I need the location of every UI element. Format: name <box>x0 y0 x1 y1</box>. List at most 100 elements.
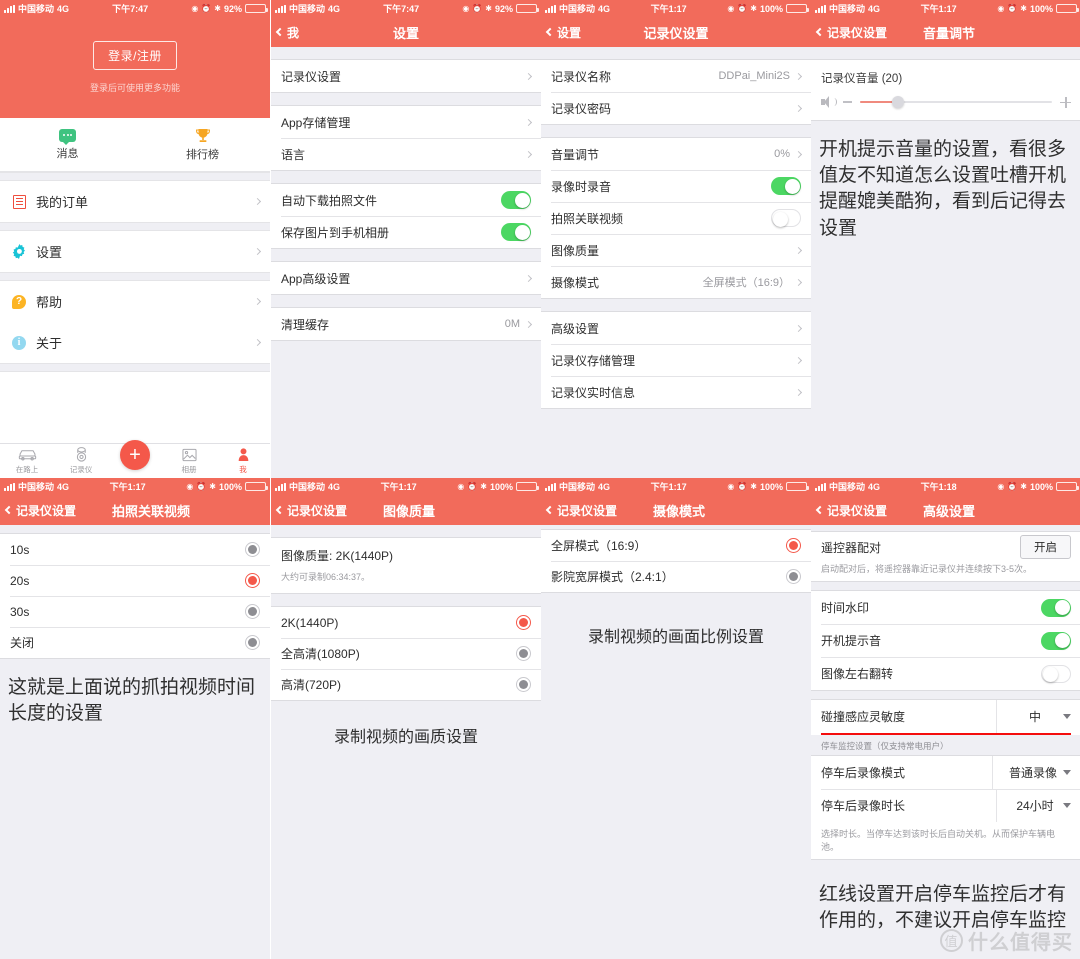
minus-icon[interactable] <box>843 101 852 103</box>
boot-sound-toggle[interactable] <box>1041 631 1071 650</box>
row-mirror-image[interactable]: 图像左右翻转 <box>811 657 1080 690</box>
menu-item-settings[interactable]: 设置 <box>0 231 270 272</box>
back-button[interactable]: 记录仪设置 <box>811 24 887 41</box>
settings-row-clearcache[interactable]: 清理缓存 0M <box>271 308 541 340</box>
row-park-record-mode[interactable]: 停车后录像模式 普通录像 <box>811 756 1080 789</box>
row-dashcam-password[interactable]: 记录仪密码 <box>541 92 811 124</box>
nav-bar: 记录仪设置 摄像模式 <box>541 495 811 525</box>
option-label: 影院宽屏模式（2.4:1） <box>551 570 674 584</box>
clock-label: 下午1:17 <box>380 482 417 492</box>
option-label: 高清(720P) <box>281 678 342 692</box>
option-fullscreen[interactable]: 全屏模式（16:9） <box>541 530 811 561</box>
tab-dashcam[interactable]: 记录仪 <box>54 447 108 475</box>
option-720p[interactable]: 高清(720P) <box>271 669 541 700</box>
row-label: 高级设置 <box>551 321 600 336</box>
option-10s[interactable]: 10s <box>0 534 270 565</box>
back-button[interactable]: 记录仪设置 <box>541 502 617 519</box>
radio-button[interactable] <box>245 635 260 650</box>
settings-row-autodownload[interactable]: 自动下载拍照文件 <box>271 184 541 216</box>
radio-button-selected[interactable] <box>516 615 531 630</box>
menu-item-help[interactable]: ? 帮助 <box>0 281 270 322</box>
row-park-record-duration[interactable]: 停车后录像时长 24小时 <box>811 789 1080 822</box>
login-register-button[interactable]: 登录/注册 <box>93 41 177 70</box>
back-button[interactable]: 我 <box>271 24 299 41</box>
option-cinema[interactable]: 影院宽屏模式（2.4:1） <box>541 561 811 592</box>
row-label: 录像时录音 <box>551 179 612 194</box>
park-duration-dropdown[interactable]: 24小时 <box>996 789 1071 822</box>
savealbum-toggle[interactable] <box>501 223 531 241</box>
settings-row-language[interactable]: 语言 <box>271 138 541 170</box>
row-dashcam-name[interactable]: 记录仪名称 DDPai_Mini2S <box>541 60 811 92</box>
menu-item-orders-label: 我的订单 <box>36 195 89 210</box>
park-mode-dropdown[interactable]: 普通录像 <box>991 756 1071 789</box>
radio-button[interactable] <box>516 646 531 661</box>
row-label: 记录仪密码 <box>551 101 612 116</box>
current-quality-sub: 大约可录制06:34:37。 <box>281 572 371 582</box>
tab-add[interactable]: + <box>108 440 162 470</box>
row-label: 碰撞感应灵敏度 <box>821 710 906 724</box>
option-label: 全屏模式（16:9） <box>551 539 647 553</box>
status-right: ◉ ⏰ ✱ 100% <box>997 4 1079 14</box>
panel-settings: 中国移动 4G 下午7:47 ◉ ⏰ ✱ 92% 我 设置 记录仪设置 App存… <box>271 0 541 478</box>
option-2k[interactable]: 2K(1440P) <box>271 607 541 638</box>
settings-row-dashcam[interactable]: 记录仪设置 <box>271 60 541 92</box>
mirror-image-toggle[interactable] <box>1041 664 1071 683</box>
back-button[interactable]: 设置 <box>541 24 581 41</box>
option-1080p[interactable]: 全高清(1080P) <box>271 638 541 669</box>
settings-row-advanced[interactable]: App高级设置 <box>271 262 541 294</box>
row-advanced-settings[interactable]: 高级设置 <box>541 312 811 344</box>
settings-row-savealbum[interactable]: 保存图片到手机相册 <box>271 216 541 248</box>
row-dashcam-storage[interactable]: 记录仪存储管理 <box>541 344 811 376</box>
menu-item-orders[interactable]: 我的订单 <box>0 181 270 222</box>
row-boot-sound[interactable]: 开机提示音 <box>811 624 1080 657</box>
row-photo-linked-video[interactable]: 拍照关联视频 <box>541 202 811 234</box>
tab-album[interactable]: 相册 <box>162 447 216 475</box>
radio-button[interactable] <box>245 542 260 557</box>
row-dashcam-realtime[interactable]: 记录仪实时信息 <box>541 376 811 408</box>
quick-leaderboard[interactable]: 排行榜 <box>135 118 270 171</box>
radio-button[interactable] <box>245 604 260 619</box>
row-time-watermark[interactable]: 时间水印 <box>811 591 1080 624</box>
carrier-label: 中国移动 <box>289 482 326 492</box>
back-button[interactable]: 记录仪设置 <box>271 502 347 519</box>
time-watermark-toggle[interactable] <box>1041 598 1071 617</box>
radio-button[interactable] <box>786 569 801 584</box>
clock-label: 下午1:17 <box>920 4 957 14</box>
row-label: 记录仪设置 <box>281 69 342 84</box>
plus-icon[interactable]: + <box>120 440 150 470</box>
back-button[interactable]: 记录仪设置 <box>811 502 887 519</box>
option-30s[interactable]: 30s <box>0 596 270 627</box>
speaker-icon <box>821 96 837 108</box>
volume-slider[interactable] <box>860 96 1052 108</box>
row-volume[interactable]: 音量调节 0% <box>541 138 811 170</box>
tab-on-the-road[interactable]: 在路上 <box>0 447 54 475</box>
pair-enable-button[interactable]: 开启 <box>1020 535 1071 559</box>
section-divider <box>0 272 270 281</box>
park-mode-value: 普通录像 <box>1008 766 1057 780</box>
radio-button[interactable] <box>516 677 531 692</box>
record-audio-toggle[interactable] <box>771 177 801 195</box>
menu-item-about[interactable]: i 关于 <box>0 322 270 363</box>
autodownload-toggle[interactable] <box>501 191 531 209</box>
option-20s[interactable]: 20s <box>0 565 270 596</box>
login-hint: 登录后可使用更多功能 <box>89 83 180 93</box>
status-right: ◉ ⏰ ✱ 100% <box>186 482 268 492</box>
clock-label: 下午1:17 <box>650 482 687 492</box>
row-record-audio[interactable]: 录像时录音 <box>541 170 811 202</box>
row-image-quality[interactable]: 图像质量 <box>541 234 811 266</box>
plus-icon[interactable] <box>1060 96 1071 108</box>
row-camera-mode[interactable]: 摄像模式 全屏模式（16:9） <box>541 266 811 298</box>
photo-linked-video-toggle[interactable] <box>771 209 801 227</box>
back-button[interactable]: 记录仪设置 <box>0 502 76 519</box>
radio-button-selected[interactable] <box>786 538 801 553</box>
row-collision-sensitivity[interactable]: 碰撞感应灵敏度 中 <box>811 700 1080 733</box>
tab-me[interactable]: 我 <box>216 447 270 475</box>
radio-button-selected[interactable] <box>245 573 260 588</box>
quick-messages[interactable]: 消息 <box>0 118 135 171</box>
option-off[interactable]: 关闭 <box>0 627 270 658</box>
sensitivity-dropdown[interactable]: 中 <box>996 700 1071 733</box>
nav-bar: 记录仪设置 拍照关联视频 <box>0 495 270 525</box>
settings-row-storage[interactable]: App存储管理 <box>271 106 541 138</box>
status-left: 中国移动 4G <box>545 2 610 15</box>
